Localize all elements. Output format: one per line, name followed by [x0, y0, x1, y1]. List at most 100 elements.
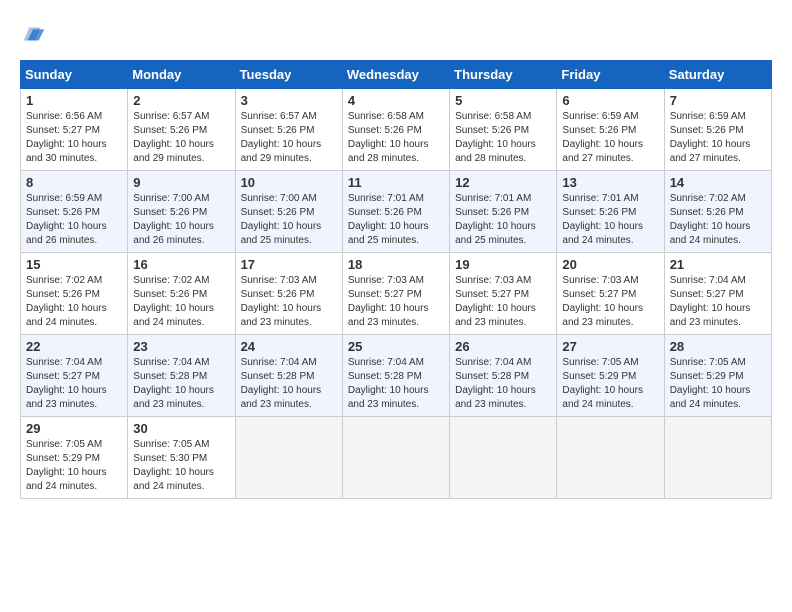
- calendar-cell: 29 Sunrise: 7:05 AM Sunset: 5:29 PM Dayli…: [21, 417, 128, 499]
- calendar-cell: 20Sunrise: 7:03 AM Sunset: 5:27 PM Dayli…: [557, 253, 664, 335]
- cell-content: Sunrise: 6:57 AM Sunset: 5:26 PM Dayligh…: [241, 110, 337, 166]
- calendar-cell: [557, 417, 664, 499]
- cell-content: Sunrise: 6:58 AM Sunset: 5:26 PM Dayligh…: [348, 110, 444, 166]
- cell-content: Sunrise: 7:04 AM Sunset: 5:27 PM Dayligh…: [670, 274, 766, 330]
- cell-content: Sunrise: 6:59 AM Sunset: 5:26 PM Dayligh…: [562, 110, 658, 166]
- day-number: 13: [562, 175, 658, 190]
- cell-content: Sunrise: 7:04 AM Sunset: 5:28 PM Dayligh…: [455, 356, 551, 412]
- day-number: 1: [26, 93, 122, 108]
- day-number: 17: [241, 257, 337, 272]
- calendar-cell: 12 Sunrise: 7:01 AM Sunset: 5:26 PM Dayli…: [450, 171, 557, 253]
- cell-content: Sunrise: 6:59 AM Sunset: 5:26 PM Dayligh…: [26, 192, 122, 248]
- calendar-cell: 18Sunrise: 7:03 AM Sunset: 5:27 PM Dayli…: [342, 253, 449, 335]
- calendar-cell: [664, 417, 771, 499]
- day-number: 15: [26, 257, 122, 272]
- day-number: 28: [670, 339, 766, 354]
- day-number: 21: [670, 257, 766, 272]
- week-row-5: 29 Sunrise: 7:05 AM Sunset: 5:29 PM Dayli…: [21, 417, 772, 499]
- cell-content: Sunrise: 7:03 AM Sunset: 5:27 PM Dayligh…: [455, 274, 551, 330]
- calendar-cell: 30 Sunrise: 7:05 AM Sunset: 5:30 PM Dayli…: [128, 417, 235, 499]
- calendar-cell: [450, 417, 557, 499]
- calendar-cell: 5 Sunrise: 6:58 AM Sunset: 5:26 PM Daylig…: [450, 89, 557, 171]
- week-row-4: 22 Sunrise: 7:04 AM Sunset: 5:27 PM Dayli…: [21, 335, 772, 417]
- cell-content: Sunrise: 7:03 AM Sunset: 5:26 PM Dayligh…: [241, 274, 337, 330]
- calendar-cell: 8 Sunrise: 6:59 AM Sunset: 5:26 PM Daylig…: [21, 171, 128, 253]
- week-row-1: 1 Sunrise: 6:56 AM Sunset: 5:27 PM Daylig…: [21, 89, 772, 171]
- cell-content: Sunrise: 7:02 AM Sunset: 5:26 PM Dayligh…: [670, 192, 766, 248]
- page-header: [20, 20, 772, 48]
- day-number: 23: [133, 339, 229, 354]
- calendar-cell: 28Sunrise: 7:05 AM Sunset: 5:29 PM Dayli…: [664, 335, 771, 417]
- logo: [20, 20, 52, 48]
- header-monday: Monday: [128, 61, 235, 89]
- day-number: 4: [348, 93, 444, 108]
- day-number: 29: [26, 421, 122, 436]
- day-number: 27: [562, 339, 658, 354]
- calendar-cell: 22 Sunrise: 7:04 AM Sunset: 5:27 PM Dayli…: [21, 335, 128, 417]
- calendar-cell: 10Sunrise: 7:00 AM Sunset: 5:26 PM Dayli…: [235, 171, 342, 253]
- header-thursday: Thursday: [450, 61, 557, 89]
- day-number: 8: [26, 175, 122, 190]
- day-number: 24: [241, 339, 337, 354]
- calendar-cell: 25 Sunrise: 7:04 AM Sunset: 5:28 PM Dayli…: [342, 335, 449, 417]
- cell-content: Sunrise: 7:05 AM Sunset: 5:29 PM Dayligh…: [562, 356, 658, 412]
- header-wednesday: Wednesday: [342, 61, 449, 89]
- day-number: 16: [133, 257, 229, 272]
- calendar-cell: 13 Sunrise: 7:01 AM Sunset: 5:26 PM Dayli…: [557, 171, 664, 253]
- cell-content: Sunrise: 7:03 AM Sunset: 5:27 PM Dayligh…: [562, 274, 658, 330]
- calendar-cell: 7 Sunrise: 6:59 AM Sunset: 5:26 PM Daylig…: [664, 89, 771, 171]
- calendar-cell: 3 Sunrise: 6:57 AM Sunset: 5:26 PM Daylig…: [235, 89, 342, 171]
- calendar-cell: 15Sunrise: 7:02 AM Sunset: 5:26 PM Dayli…: [21, 253, 128, 335]
- cell-content: Sunrise: 7:05 AM Sunset: 5:30 PM Dayligh…: [133, 438, 229, 494]
- calendar-cell: 14Sunrise: 7:02 AM Sunset: 5:26 PM Dayli…: [664, 171, 771, 253]
- day-number: 25: [348, 339, 444, 354]
- day-number: 12: [455, 175, 551, 190]
- cell-content: Sunrise: 6:57 AM Sunset: 5:26 PM Dayligh…: [133, 110, 229, 166]
- cell-content: Sunrise: 7:01 AM Sunset: 5:26 PM Dayligh…: [562, 192, 658, 248]
- cell-content: Sunrise: 7:03 AM Sunset: 5:27 PM Dayligh…: [348, 274, 444, 330]
- calendar-cell: 23 Sunrise: 7:04 AM Sunset: 5:28 PM Dayli…: [128, 335, 235, 417]
- cell-content: Sunrise: 7:00 AM Sunset: 5:26 PM Dayligh…: [133, 192, 229, 248]
- cell-content: Sunrise: 7:01 AM Sunset: 5:26 PM Dayligh…: [348, 192, 444, 248]
- day-number: 26: [455, 339, 551, 354]
- calendar-cell: 24 Sunrise: 7:04 AM Sunset: 5:28 PM Dayli…: [235, 335, 342, 417]
- cell-content: Sunrise: 7:00 AM Sunset: 5:26 PM Dayligh…: [241, 192, 337, 248]
- calendar-cell: [342, 417, 449, 499]
- cell-content: Sunrise: 7:04 AM Sunset: 5:28 PM Dayligh…: [348, 356, 444, 412]
- calendar-cell: [235, 417, 342, 499]
- week-row-3: 15 Sunrise: 7:02 AM Sunset: 5:26 PM Dayli…: [21, 253, 772, 335]
- day-number: 30: [133, 421, 229, 436]
- header-tuesday: Tuesday: [235, 61, 342, 89]
- cell-content: Sunrise: 7:04 AM Sunset: 5:28 PM Dayligh…: [241, 356, 337, 412]
- cell-content: Sunrise: 7:04 AM Sunset: 5:28 PM Dayligh…: [133, 356, 229, 412]
- calendar-cell: 19 Sunrise: 7:03 AM Sunset: 5:27 PM Dayli…: [450, 253, 557, 335]
- day-number: 22: [26, 339, 122, 354]
- day-number: 3: [241, 93, 337, 108]
- day-number: 7: [670, 93, 766, 108]
- header-saturday: Saturday: [664, 61, 771, 89]
- logo-icon: [20, 20, 48, 48]
- calendar-cell: 17 Sunrise: 7:03 AM Sunset: 5:26 PM Dayli…: [235, 253, 342, 335]
- day-number: 5: [455, 93, 551, 108]
- week-row-2: 8 Sunrise: 6:59 AM Sunset: 5:26 PM Daylig…: [21, 171, 772, 253]
- cell-content: Sunrise: 7:02 AM Sunset: 5:26 PM Dayligh…: [133, 274, 229, 330]
- calendar-cell: 27 Sunrise: 7:05 AM Sunset: 5:29 PM Dayli…: [557, 335, 664, 417]
- cell-content: Sunrise: 6:56 AM Sunset: 5:27 PM Dayligh…: [26, 110, 122, 166]
- header-row: SundayMondayTuesdayWednesdayThursdayFrid…: [21, 61, 772, 89]
- calendar-cell: 9Sunrise: 7:00 AM Sunset: 5:26 PM Daylig…: [128, 171, 235, 253]
- calendar-cell: 16 Sunrise: 7:02 AM Sunset: 5:26 PM Dayli…: [128, 253, 235, 335]
- calendar-cell: 11Sunrise: 7:01 AM Sunset: 5:26 PM Dayli…: [342, 171, 449, 253]
- calendar-cell: 1 Sunrise: 6:56 AM Sunset: 5:27 PM Daylig…: [21, 89, 128, 171]
- day-number: 2: [133, 93, 229, 108]
- cell-content: Sunrise: 7:05 AM Sunset: 5:29 PM Dayligh…: [26, 438, 122, 494]
- day-number: 19: [455, 257, 551, 272]
- day-number: 6: [562, 93, 658, 108]
- cell-content: Sunrise: 6:58 AM Sunset: 5:26 PM Dayligh…: [455, 110, 551, 166]
- calendar-table: SundayMondayTuesdayWednesdayThursdayFrid…: [20, 60, 772, 499]
- cell-content: Sunrise: 7:04 AM Sunset: 5:27 PM Dayligh…: [26, 356, 122, 412]
- header-sunday: Sunday: [21, 61, 128, 89]
- cell-content: Sunrise: 6:59 AM Sunset: 5:26 PM Dayligh…: [670, 110, 766, 166]
- calendar-cell: 21 Sunrise: 7:04 AM Sunset: 5:27 PM Dayli…: [664, 253, 771, 335]
- cell-content: Sunrise: 7:01 AM Sunset: 5:26 PM Dayligh…: [455, 192, 551, 248]
- header-friday: Friday: [557, 61, 664, 89]
